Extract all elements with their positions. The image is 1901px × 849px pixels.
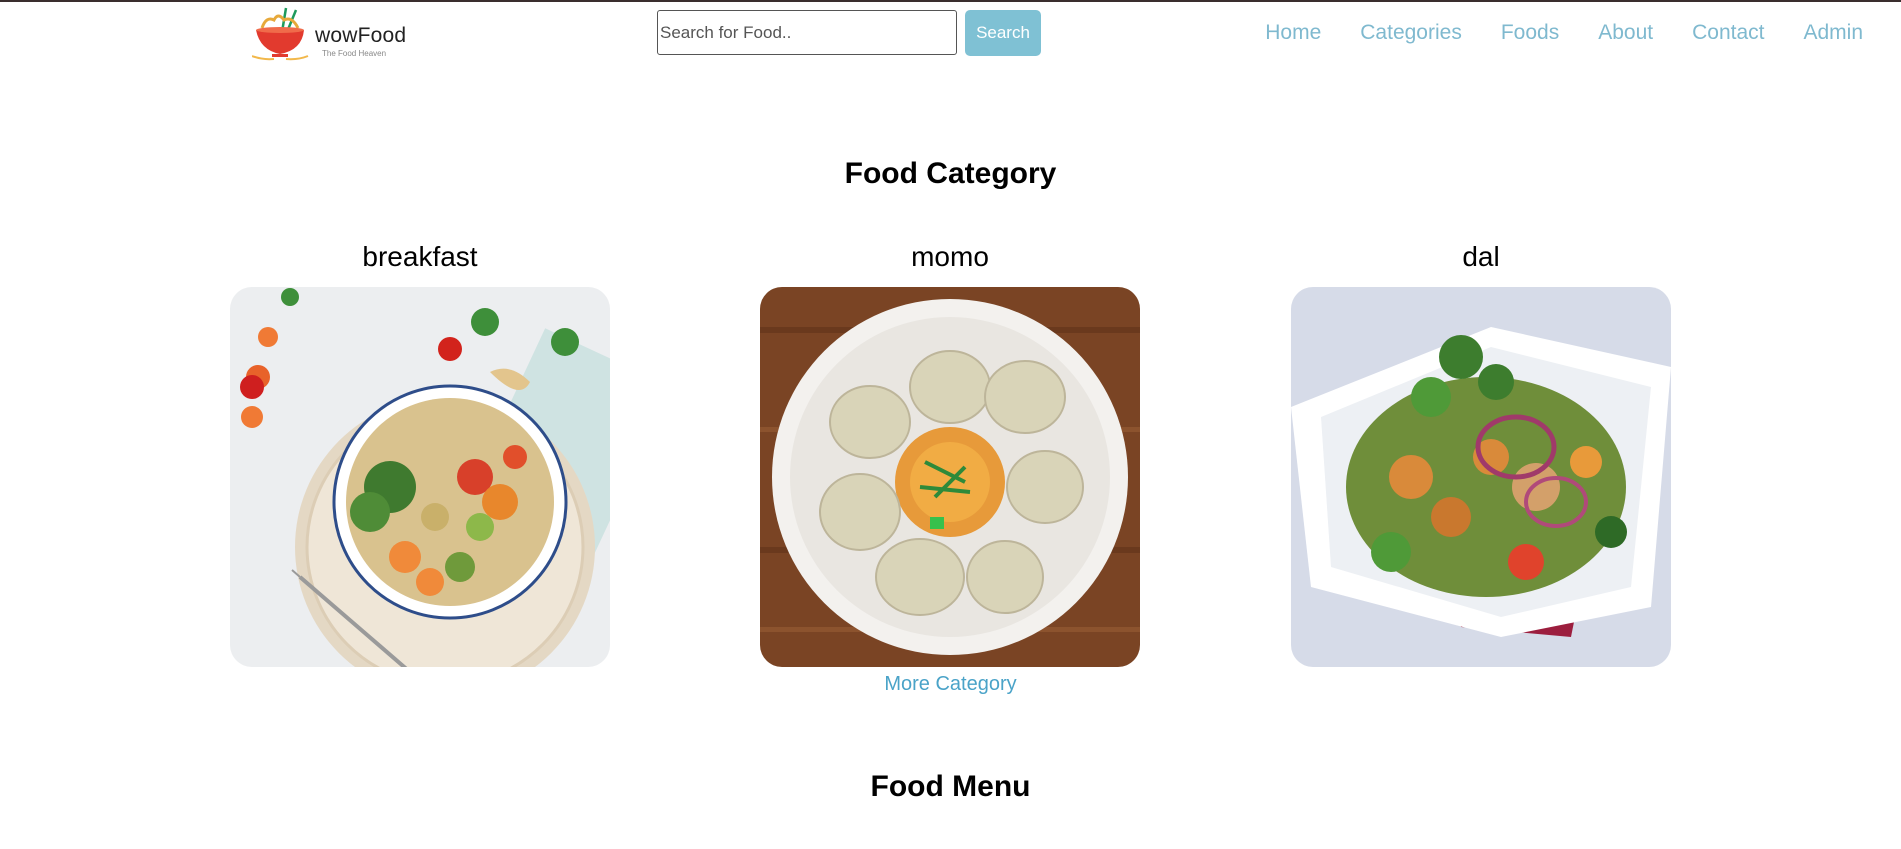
salad-bowl-photo[interactable] <box>1291 287 1671 667</box>
search-input[interactable] <box>657 10 957 55</box>
category-label: breakfast <box>362 241 478 272</box>
category-section-title: Food Category <box>844 157 1057 190</box>
vegetable-bowl-photo[interactable] <box>230 287 610 667</box>
menu-section-title: Food Menu <box>870 770 1031 803</box>
more-category-link[interactable]: More Category <box>0 673 1901 696</box>
logo-tagline: The Food Heaven <box>322 49 387 58</box>
top-border <box>0 0 1901 2</box>
search-button[interactable]: Search <box>965 10 1041 56</box>
category-label: dal <box>1462 241 1500 272</box>
nav-link-about[interactable]: About <box>1598 21 1653 45</box>
nav-link-categories[interactable]: Categories <box>1360 21 1462 45</box>
logo-title: wowFood <box>315 24 407 47</box>
category-card-dal[interactable]: dal <box>1291 240 1671 667</box>
main-nav: Home Categories Foods About Contact Admi… <box>1226 21 1863 45</box>
momo-plate-photo[interactable] <box>760 287 1140 667</box>
nav-link-home[interactable]: Home <box>1265 21 1321 45</box>
nav-link-foods[interactable]: Foods <box>1501 21 1559 45</box>
category-card-breakfast[interactable]: breakfast <box>230 240 610 667</box>
site-logo[interactable]: wowFood The Food Heaven <box>252 6 422 64</box>
nav-link-admin[interactable]: Admin <box>1803 21 1863 45</box>
category-label: momo <box>911 241 989 272</box>
noodle-bowl-icon <box>252 7 309 61</box>
nav-link-contact[interactable]: Contact <box>1692 21 1764 45</box>
category-card-momo[interactable]: momo <box>760 240 1140 667</box>
